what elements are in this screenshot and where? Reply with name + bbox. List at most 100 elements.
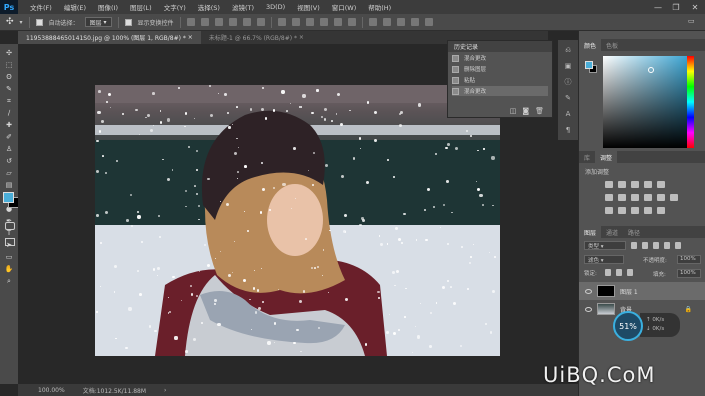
screen-mode-icon[interactable]: [5, 238, 15, 246]
opacity-field[interactable]: 100%: [677, 255, 701, 264]
3d-mode-icon[interactable]: [382, 18, 391, 26]
menu-view[interactable]: 视图(V): [291, 2, 326, 12]
layer-name[interactable]: 图层 1: [620, 287, 638, 296]
menu-edit[interactable]: 编辑(E): [58, 2, 92, 12]
lock-pixels-icon[interactable]: [605, 269, 611, 276]
3d-mode-icon[interactable]: [410, 18, 419, 26]
restore-button[interactable]: ❐: [667, 0, 685, 14]
hand-tool-icon[interactable]: ✋: [3, 264, 15, 274]
layer-row-selected[interactable]: 图层 1: [579, 282, 705, 300]
menu-image[interactable]: 图像(I): [92, 2, 124, 12]
lock-all-icon[interactable]: [627, 269, 633, 276]
healing-brush-icon[interactable]: ✚: [3, 120, 15, 130]
vibrance-icon[interactable]: [657, 181, 665, 188]
distribute-icon[interactable]: [333, 18, 342, 26]
history-item[interactable]: 粘贴: [452, 75, 548, 85]
tab-channels[interactable]: 通道: [601, 228, 623, 237]
tab-document-2[interactable]: 未标题-1 @ 66.7% (RGB/8#) * ×: [201, 31, 312, 44]
menu-type[interactable]: 文字(Y): [158, 2, 192, 12]
menu-file[interactable]: 文件(F): [24, 2, 58, 12]
hue-slider[interactable]: [687, 56, 694, 148]
chevron-down-icon[interactable]: ▾: [20, 19, 23, 26]
photo-filter-icon[interactable]: [644, 194, 652, 201]
shape-tool-icon[interactable]: ▭: [3, 252, 15, 262]
menu-help[interactable]: 帮助(H): [362, 2, 397, 12]
cpu-gauge[interactable]: 51%: [613, 311, 643, 341]
tab-libraries[interactable]: 库: [579, 153, 595, 162]
move-tool-icon[interactable]: ✣: [3, 48, 15, 58]
workspace-icon[interactable]: ▭: [688, 17, 695, 25]
align-middle-icon[interactable]: [200, 18, 209, 26]
align-center-icon[interactable]: [242, 18, 251, 26]
color-balance-icon[interactable]: [618, 194, 626, 201]
layer-filter-kind[interactable]: 类型 ▾: [584, 241, 626, 250]
eyedropper-tool-icon[interactable]: ∕: [3, 108, 15, 118]
posterize-icon[interactable]: [618, 207, 626, 214]
distribute-icon[interactable]: [347, 18, 356, 26]
brightness-icon[interactable]: [605, 181, 613, 188]
tab-adjustments[interactable]: 调整: [595, 151, 618, 163]
paragraph-icon[interactable]: ¶: [562, 124, 574, 136]
stamp-tool-icon[interactable]: ♙: [3, 144, 15, 154]
eye-icon[interactable]: [585, 306, 592, 312]
show-transform-checkbox[interactable]: [124, 18, 132, 26]
auto-select-checkbox[interactable]: [35, 18, 43, 26]
fill-field[interactable]: 100%: [677, 269, 701, 278]
filter-pixel-icon[interactable]: [631, 242, 637, 249]
close-button[interactable]: ✕: [686, 0, 704, 14]
filter-smart-icon[interactable]: [675, 242, 681, 249]
marquee-tool-icon[interactable]: ⬚: [3, 60, 15, 70]
eraser-tool-icon[interactable]: ▱: [3, 168, 15, 178]
align-top-icon[interactable]: [186, 18, 195, 26]
menu-filter[interactable]: 滤镜(T): [226, 2, 260, 12]
brush-tool-icon[interactable]: ✐: [3, 132, 15, 142]
brush-presets-icon[interactable]: ✎: [562, 92, 574, 104]
color-lookup-icon[interactable]: [670, 194, 678, 201]
history-brush-icon[interactable]: ↺: [3, 156, 15, 166]
quick-mask-icon[interactable]: [5, 222, 15, 230]
curves-icon[interactable]: [631, 181, 639, 188]
blend-mode-dropdown[interactable]: 滤色 ▾: [584, 255, 624, 264]
foreground-color-chip[interactable]: [585, 61, 593, 69]
menu-window[interactable]: 窗口(W): [326, 2, 363, 12]
info-icon[interactable]: ⓘ: [562, 76, 574, 88]
menu-select[interactable]: 选择(S): [192, 2, 226, 12]
menu-3d[interactable]: 3D(D): [260, 3, 291, 11]
layer-comps-icon[interactable]: ▣: [562, 60, 574, 72]
history-item-selected[interactable]: 混合更改: [452, 86, 548, 96]
quick-select-tool-icon[interactable]: ✎: [3, 84, 15, 94]
align-bottom-icon[interactable]: [214, 18, 223, 26]
camera-icon[interactable]: ◙: [522, 107, 529, 115]
filter-type-icon[interactable]: [653, 242, 659, 249]
character-icon[interactable]: A: [562, 108, 574, 120]
tab-document-1[interactable]: 119538884650141S0.jpg @ 100% (图层 1, RGB/…: [18, 31, 201, 44]
history-item[interactable]: 删除图层: [452, 64, 548, 74]
align-left-icon[interactable]: [228, 18, 237, 26]
tab-color[interactable]: 颜色: [579, 39, 602, 51]
exposure-icon[interactable]: [644, 181, 652, 188]
history-panel-title[interactable]: 历史记录: [448, 41, 552, 52]
distribute-icon[interactable]: [305, 18, 314, 26]
channel-mixer-icon[interactable]: [657, 194, 665, 201]
distribute-icon[interactable]: [291, 18, 300, 26]
lasso-tool-icon[interactable]: ʘ: [3, 72, 15, 82]
filter-adjust-icon[interactable]: [642, 242, 648, 249]
tab-swatches[interactable]: 色板: [601, 41, 623, 50]
tab-paths[interactable]: 路径: [623, 228, 645, 237]
selective-color-icon[interactable]: [657, 207, 665, 214]
3d-mode-icon[interactable]: [396, 18, 405, 26]
history-icon[interactable]: ⎌: [562, 44, 574, 56]
3d-mode-icon[interactable]: [368, 18, 377, 26]
move-tool-icon[interactable]: ✣: [6, 17, 14, 27]
hue-saturation-icon[interactable]: [605, 194, 613, 201]
color-field[interactable]: [603, 56, 693, 148]
levels-icon[interactable]: [618, 181, 626, 188]
threshold-icon[interactable]: [631, 207, 639, 214]
color-picker-handle[interactable]: [648, 67, 654, 73]
black-white-icon[interactable]: [631, 194, 639, 201]
align-right-icon[interactable]: [256, 18, 265, 26]
chevron-right-icon[interactable]: ›: [164, 387, 166, 394]
zoom-readout[interactable]: 100.00%: [38, 387, 65, 394]
foreground-color-swatch[interactable]: [3, 192, 14, 203]
auto-select-target-dropdown[interactable]: 图层 ▾: [84, 17, 112, 27]
